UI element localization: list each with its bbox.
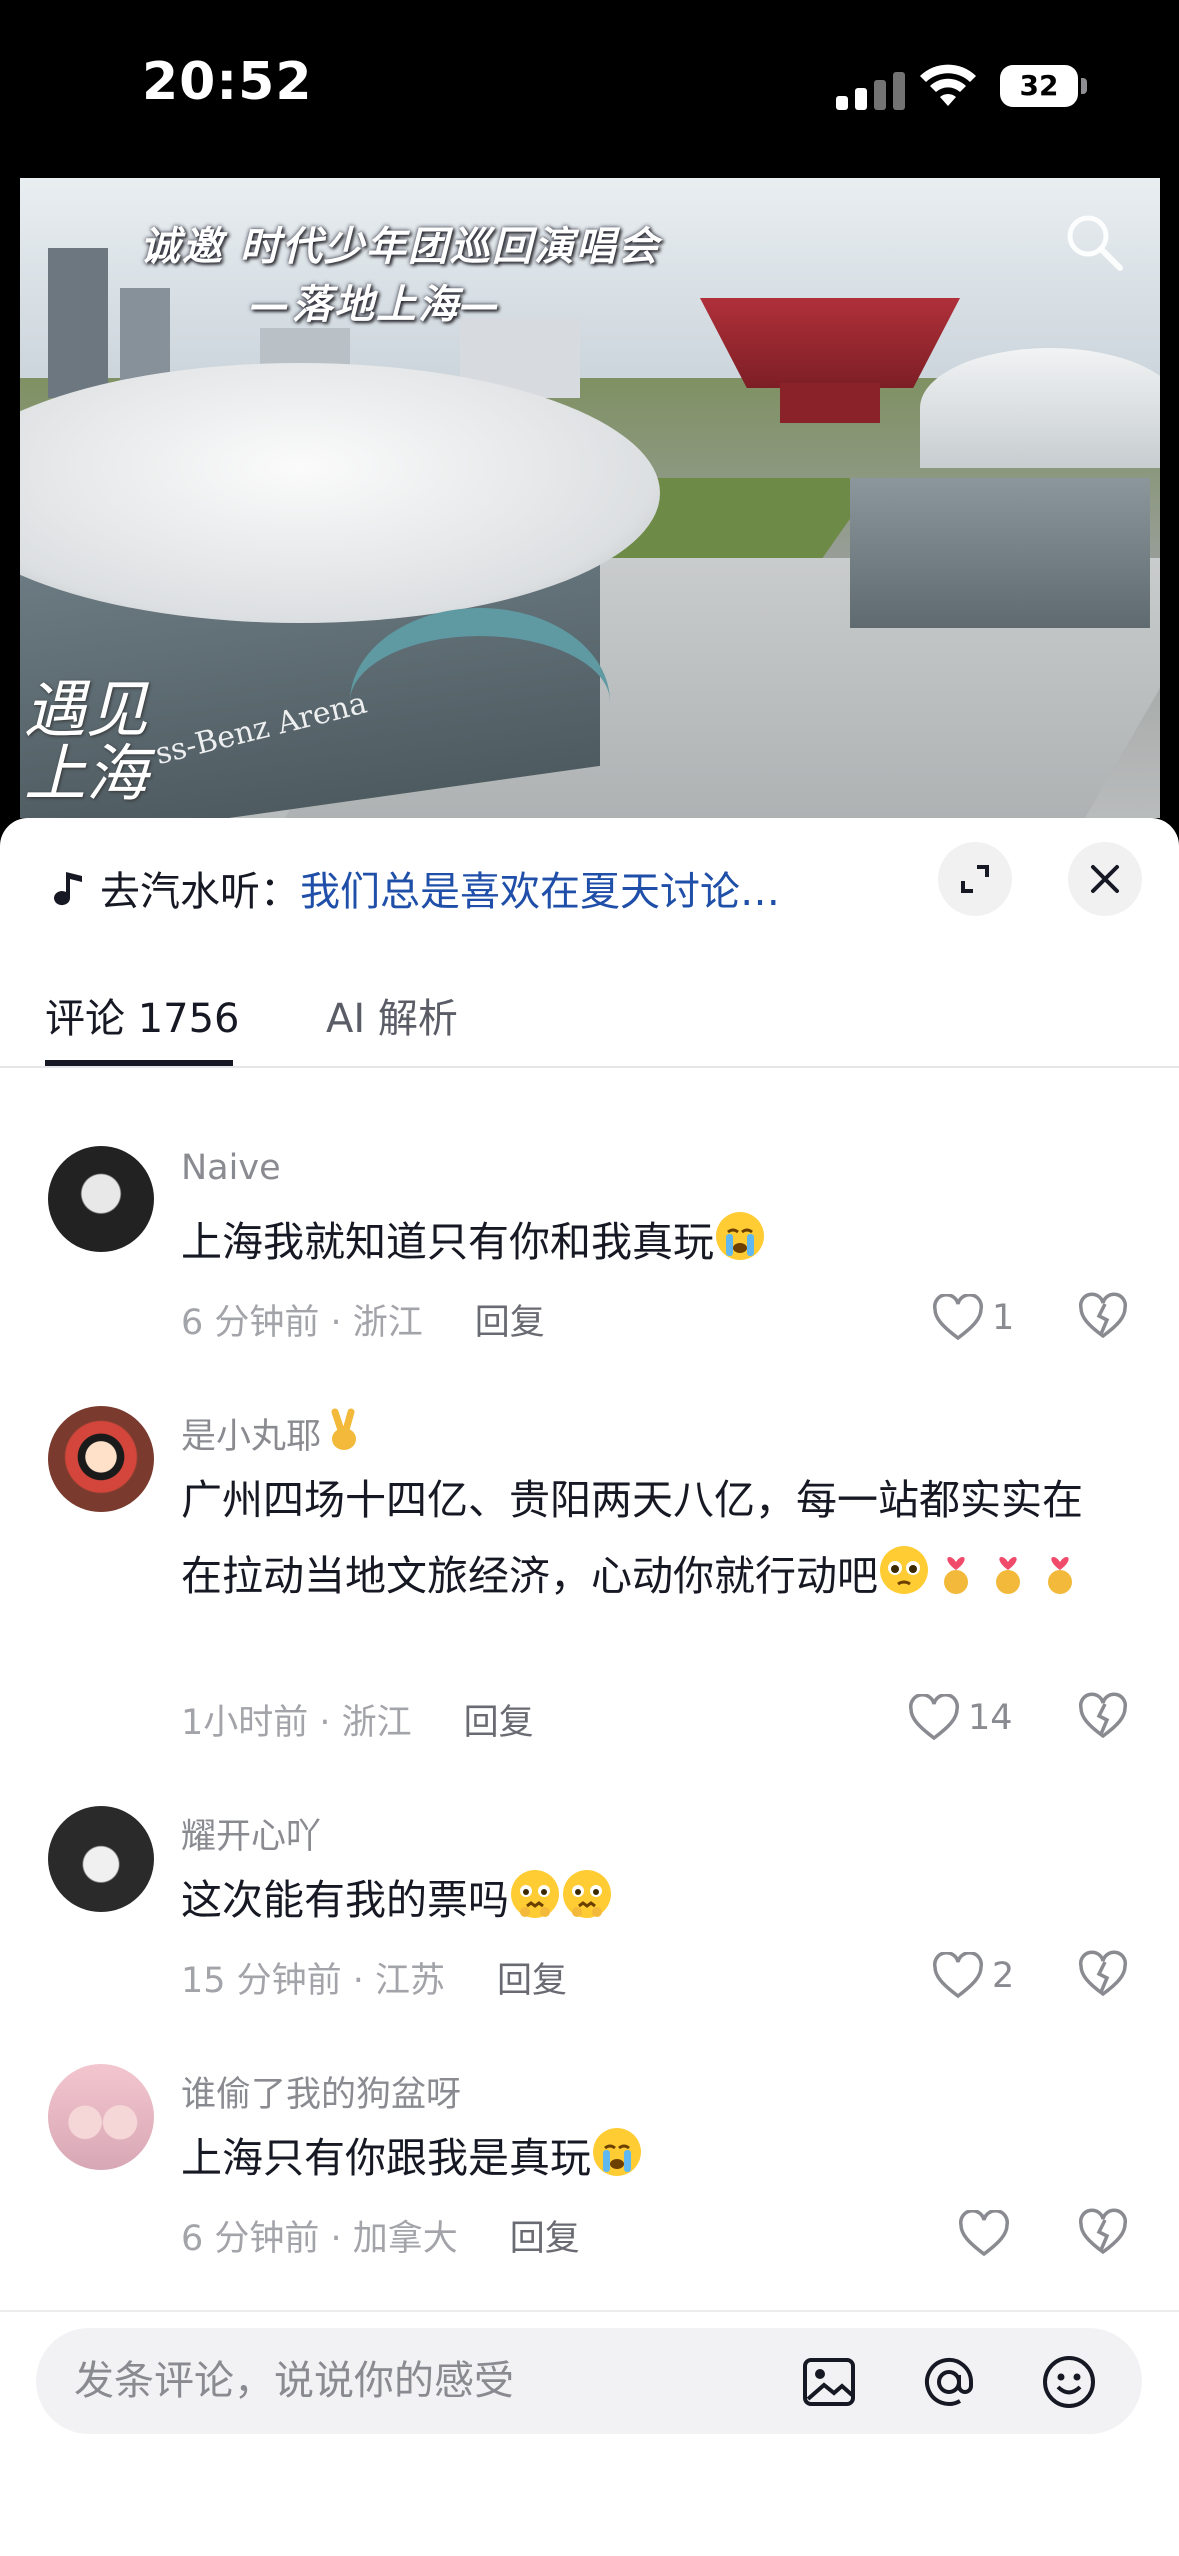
tab-comments[interactable]: 评论 1756	[45, 986, 240, 1044]
heart-icon	[932, 1294, 984, 1341]
comment-author[interactable]: Naive	[181, 1148, 281, 1188]
video-player[interactable]: 诚邀 时代少年团巡回演唱会 —落地上海— 遇见 上海 ss-Benz Arena	[20, 178, 1160, 818]
comment-author[interactable]: 谁偷了我的狗盆呀	[181, 2066, 461, 2117]
expand-icon	[961, 865, 989, 893]
tab-ai-analysis[interactable]: AI 解析	[326, 986, 458, 1044]
comment-sheet: 去汽水听： 我们总是喜欢在夏天讨论… 评论 1756 AI 解析 Naive 上…	[0, 818, 1179, 2556]
crying-face-emoji	[593, 2128, 641, 2176]
pleading-face-emoji	[880, 1546, 928, 1594]
comment-meta: 1小时前 · 浙江 回复	[181, 1694, 534, 1745]
dislike-icon[interactable]	[1078, 2208, 1128, 2258]
dislike-icon[interactable]	[1078, 1692, 1128, 1742]
input-divider	[0, 2310, 1179, 2312]
comment-meta: 6 分钟前 · 浙江 回复	[181, 1294, 545, 1345]
like-count: 1	[992, 1298, 1015, 1338]
close-icon	[1091, 865, 1119, 893]
heart-icon	[908, 1694, 960, 1741]
face-holding-back-tears-emoji	[511, 1870, 559, 1918]
like-button[interactable]: 2	[932, 1948, 1014, 2004]
music-link[interactable]: 去汽水听： 我们总是喜欢在夏天讨论…	[52, 858, 932, 918]
tab-bar: 评论 1756 AI 解析	[0, 968, 1179, 1068]
comment-time-location: 1小时前 · 浙江	[181, 1703, 412, 1743]
finger-heart-emoji	[944, 1556, 968, 1594]
heart-icon	[958, 2210, 1010, 2257]
dislike-icon[interactable]	[1078, 1950, 1128, 2000]
comment-time-location: 6 分钟前 · 加拿大	[181, 2219, 458, 2259]
comment-text: 上海只有你跟我是真玩	[181, 2120, 1121, 2196]
avatar[interactable]	[48, 1406, 154, 1512]
comment-time-location: 15 分钟前 · 江苏	[181, 1961, 446, 2001]
crying-face-emoji	[716, 1212, 764, 1260]
face-holding-back-tears-emoji	[563, 1870, 611, 1918]
finger-heart-emoji	[996, 1556, 1020, 1594]
avatar[interactable]	[48, 1806, 154, 1912]
mention-icon[interactable]	[920, 2353, 978, 2411]
battery-level: 32	[1019, 69, 1059, 102]
heart-icon	[932, 1952, 984, 1999]
reply-button[interactable]: 回复	[464, 1703, 534, 1743]
like-button[interactable]: 14	[908, 1690, 1013, 1746]
video-caption-title: 诚邀 时代少年团巡回演唱会	[140, 224, 660, 270]
reply-button[interactable]: 回复	[510, 2219, 580, 2259]
search-icon[interactable]	[1062, 210, 1126, 274]
comment-author[interactable]: 是小丸耶	[181, 1408, 367, 1459]
like-button[interactable]: 1	[932, 1290, 1014, 1346]
active-tab-indicator	[45, 1060, 233, 1066]
avatar[interactable]	[48, 2064, 154, 2170]
comment-text: 上海我就知道只有你和我真玩	[181, 1204, 1121, 1280]
comment-input[interactable]: 发条评论，说说你的感受	[36, 2328, 1142, 2434]
image-icon[interactable]	[800, 2353, 858, 2411]
wifi-icon	[920, 64, 976, 106]
comment-author[interactable]: 耀开心吖	[181, 1808, 321, 1859]
status-bar: 20:52 32	[0, 0, 1179, 175]
comment-input-placeholder: 发条评论，说说你的感受	[74, 2358, 514, 2404]
comment-text: 这次能有我的票吗	[181, 1862, 1121, 1938]
comment-time-location: 6 分钟前 · 浙江	[181, 1303, 423, 1343]
battery-icon: 32	[1000, 65, 1088, 107]
like-button[interactable]	[958, 2206, 1018, 2262]
avatar[interactable]	[48, 1146, 154, 1252]
status-time: 20:52	[142, 52, 313, 112]
music-note-icon	[54, 872, 82, 906]
reply-button[interactable]: 回复	[497, 1961, 567, 2001]
close-button[interactable]	[1068, 842, 1142, 916]
music-prefix: 去汽水听：	[100, 869, 300, 915]
comment-meta: 15 分钟前 · 江苏 回复	[181, 1952, 567, 2003]
finger-heart-emoji	[1048, 1556, 1072, 1594]
like-count: 2	[992, 1956, 1015, 1996]
video-tag-text: 遇见 上海	[24, 673, 149, 810]
reply-button[interactable]: 回复	[475, 1303, 545, 1343]
comment-meta: 6 分钟前 · 加拿大 回复	[181, 2210, 580, 2261]
dislike-icon[interactable]	[1078, 1292, 1128, 1342]
emoji-icon[interactable]	[1040, 2353, 1098, 2411]
expand-button[interactable]	[938, 842, 1012, 916]
music-title[interactable]: 我们总是喜欢在夏天讨论…	[300, 859, 780, 917]
like-count: 14	[968, 1698, 1013, 1738]
cellular-signal-icon	[836, 70, 908, 110]
victory-hand-emoji	[331, 1408, 357, 1450]
video-caption-subtitle: —落地上海—	[250, 282, 502, 328]
comment-text: 广州四场十四亿、贵阳两天八亿，每一站都实实在在拉动当地文旅经济，心动你就行动吧	[181, 1462, 1121, 1614]
